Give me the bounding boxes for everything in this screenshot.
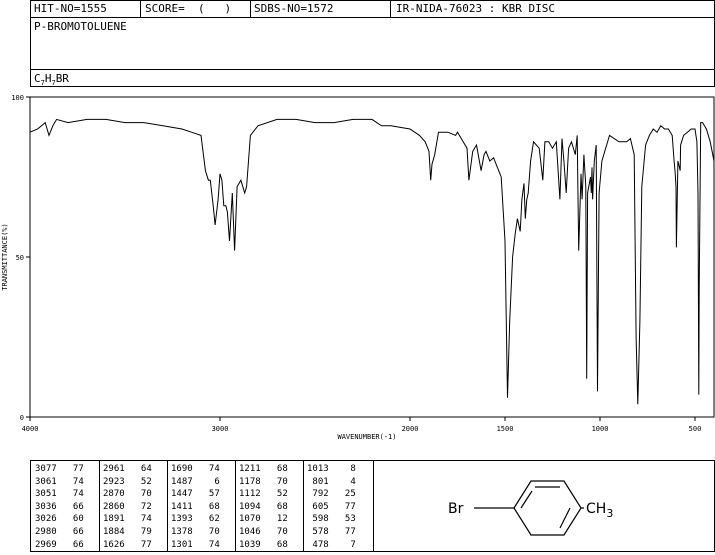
peak-entry: 1393 62	[171, 514, 220, 525]
peak-entry: 1411 68	[171, 501, 220, 512]
peak-column: 1211 68 1178 70 1112 52 1094 68 1070 12 1046 …	[239, 463, 288, 551]
peak-entry: 801 4	[307, 476, 356, 487]
peak-entry: 1487 6	[171, 476, 220, 487]
plot-frame	[29, 96, 715, 418]
peak-entry: 2923 52	[103, 476, 152, 487]
ir-spectrum-chart: 4000 3000 2000 1500 1000 500 0 50 100 WAVENUMBE…	[1, 94, 715, 441]
peak-entry: 3061 74	[35, 476, 84, 487]
peak-column-divider	[235, 461, 236, 551]
structure-diagram: Br CH3	[448, 480, 613, 536]
peak-entry: 3077 77	[35, 464, 84, 474]
peak-entry: 1891 74	[103, 514, 152, 525]
peak-entry: 1211 68	[239, 464, 288, 474]
peak-entry: 2870 70	[103, 489, 152, 500]
benzene-ring	[513, 480, 582, 536]
peak-entry: 1690 74	[171, 464, 220, 474]
peak-entry: 1626 77	[103, 539, 152, 550]
peak-entry: 478 7	[307, 539, 356, 550]
peak-entry: 3026 60	[35, 514, 84, 525]
peak-entry: 2980 66	[35, 526, 84, 537]
peak-column: 1013 8 801 4 792 25 605 77 598 53 578 77…	[307, 463, 356, 551]
structure-panel: Br CH3	[373, 460, 715, 552]
peak-column-divider	[99, 461, 100, 551]
peak-entry: 2969 66	[35, 539, 84, 550]
peak-entry: 1070 12	[239, 514, 288, 525]
methyl-label: CH3	[586, 501, 613, 520]
peak-entry: 1039 68	[239, 539, 288, 550]
peak-entry: 2860 72	[103, 501, 152, 512]
x-tick-label: 4000	[22, 425, 39, 433]
y-tick-label: 100	[11, 94, 24, 102]
peak-entry: 2961 64	[103, 464, 152, 474]
peak-entry: 1884 79	[103, 526, 152, 537]
peak-entry: 1013 8	[307, 464, 356, 474]
x-tick-label: 2000	[402, 425, 419, 433]
peak-entry: 3051 74	[35, 489, 84, 500]
x-tick-label: 1000	[592, 425, 609, 433]
x-axis-label: WAVENUMBER(-1)	[337, 433, 396, 441]
peak-entry: 578 77	[307, 526, 356, 537]
ring-double-bond	[559, 507, 571, 529]
bromine-label: Br	[448, 501, 464, 517]
x-axis: 4000 3000 2000 1500 1000 500	[22, 417, 702, 433]
peak-entry: 1378 70	[171, 526, 220, 537]
y-axis-label: TRANSMITTANCE(%)	[1, 223, 9, 290]
peak-column-divider	[303, 461, 304, 551]
x-tick-label: 1500	[497, 425, 514, 433]
peak-entry: 792 25	[307, 489, 356, 500]
peak-column: 2961 64 2923 52 2870 70 2860 72 1891 74 1884 …	[103, 463, 152, 551]
peak-entry: 1178 70	[239, 476, 288, 487]
x-tick-label: 3000	[212, 425, 229, 433]
x-tick-label: 500	[689, 425, 702, 433]
peak-column: 3077 77 3061 74 3051 74 3036 66 3026 60 2980 …	[35, 463, 84, 551]
spectrum-line	[29, 118, 715, 405]
peak-entry: 605 77	[307, 501, 356, 512]
peak-column-divider	[167, 461, 168, 551]
peak-column: 1690 74 1487 6 1447 57 1411 68 1393 62 1378 7…	[171, 463, 220, 551]
y-tick-label: 50	[16, 254, 24, 262]
peak-table: 3077 77 3061 74 3051 74 3036 66 3026 60 2980 …	[30, 460, 374, 552]
y-axis: 0 50 100	[11, 94, 30, 422]
peak-entry: 1094 68	[239, 501, 288, 512]
y-tick-label: 0	[20, 414, 24, 422]
peak-entry: 1447 57	[171, 489, 220, 500]
peak-entry: 3036 66	[35, 501, 84, 512]
peak-entry: 1112 52	[239, 489, 288, 500]
peak-entry: 1301 74	[171, 539, 220, 550]
peak-entry: 1046 70	[239, 526, 288, 537]
peak-entry: 598 53	[307, 514, 356, 525]
